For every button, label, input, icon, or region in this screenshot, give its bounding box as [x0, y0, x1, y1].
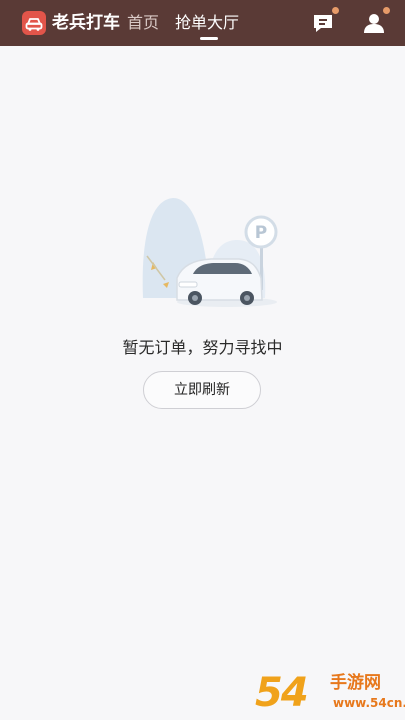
user-icon	[364, 14, 384, 33]
tab-order-hall[interactable]: 抢单大厅	[175, 11, 239, 35]
message-button[interactable]	[310, 7, 339, 36]
refresh-button[interactable]: 立即刷新	[143, 371, 261, 409]
app-header: 老兵打车 首页 抢单大厅	[0, 0, 405, 46]
active-tab-indicator	[200, 37, 218, 40]
user-notification-dot	[383, 7, 390, 14]
message-icon	[314, 15, 332, 32]
site-watermark-logo: 54 手游网 www.54cn.cn	[255, 670, 405, 720]
empty-state-message: 暂无订单，努力寻找中	[122, 338, 283, 357]
watermark-text: 手游网	[330, 673, 381, 693]
app-logo-icon	[22, 11, 46, 35]
tab-home[interactable]: 首页	[127, 11, 159, 35]
user-button[interactable]	[361, 7, 390, 36]
message-notification-dot	[332, 7, 339, 14]
watermark-number: 54	[255, 670, 309, 716]
empty-orders-illustration: P	[135, 190, 280, 310]
parking-sign-letter: P	[255, 223, 267, 243]
app-name: 老兵打车	[52, 13, 120, 33]
watermark-domain: www.54cn.cn	[333, 696, 405, 710]
